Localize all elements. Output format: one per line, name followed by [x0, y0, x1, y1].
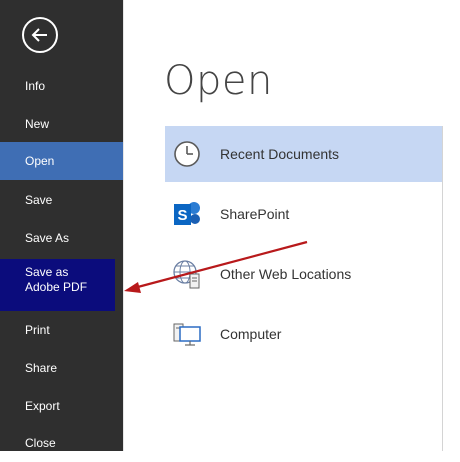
nav-item-save-as-adobe-pdf[interactable]: Save as Adobe PDF	[0, 259, 115, 311]
nav-item-label: Share	[25, 361, 58, 375]
nav-item-label: Save	[25, 193, 53, 207]
nav-item-label: Open	[25, 154, 55, 168]
nav-item-label: Export	[25, 399, 60, 413]
location-sharepoint[interactable]: S SharePoint	[165, 186, 442, 242]
nav-item-export[interactable]: Export	[0, 387, 123, 425]
back-button[interactable]	[22, 17, 58, 53]
page-title: Open	[164, 58, 273, 104]
nav-item-label: New	[25, 117, 50, 131]
sidebar-divider	[123, 0, 124, 451]
svg-text:S: S	[177, 207, 187, 224]
location-computer[interactable]: Computer	[165, 306, 442, 362]
nav-item-print[interactable]: Print	[0, 311, 123, 349]
location-label: Computer	[220, 326, 282, 342]
backstage-sidebar: Info New Open Save Save As Save as Adobe…	[0, 0, 123, 451]
location-recent-documents[interactable]: Recent Documents	[165, 126, 442, 182]
nav-item-label: Close	[25, 436, 56, 450]
location-other-web-locations[interactable]: Other Web Locations	[165, 246, 442, 302]
computer-icon	[171, 318, 203, 350]
globe-server-icon	[171, 258, 203, 290]
nav-item-new[interactable]: New	[0, 105, 123, 143]
nav-item-label: Save As	[25, 231, 70, 245]
nav-item-info[interactable]: Info	[0, 67, 123, 105]
location-label: Other Web Locations	[220, 266, 352, 282]
nav-item-close[interactable]: Close	[0, 424, 123, 462]
sharepoint-icon: S	[171, 198, 203, 230]
clock-icon	[171, 138, 203, 170]
nav-item-share[interactable]: Share	[0, 349, 123, 387]
nav-item-label: Print	[25, 323, 50, 337]
nav-item-open[interactable]: Open	[0, 142, 123, 180]
locations-divider	[442, 126, 443, 451]
nav-item-save[interactable]: Save	[0, 181, 123, 219]
location-label: Recent Documents	[220, 146, 340, 162]
back-arrow-icon	[31, 28, 47, 42]
location-label: SharePoint	[220, 206, 290, 222]
nav-item-save-as[interactable]: Save As	[0, 219, 123, 257]
nav-item-label: Save as Adobe PDF	[25, 265, 88, 294]
nav-item-label: Info	[25, 79, 46, 93]
